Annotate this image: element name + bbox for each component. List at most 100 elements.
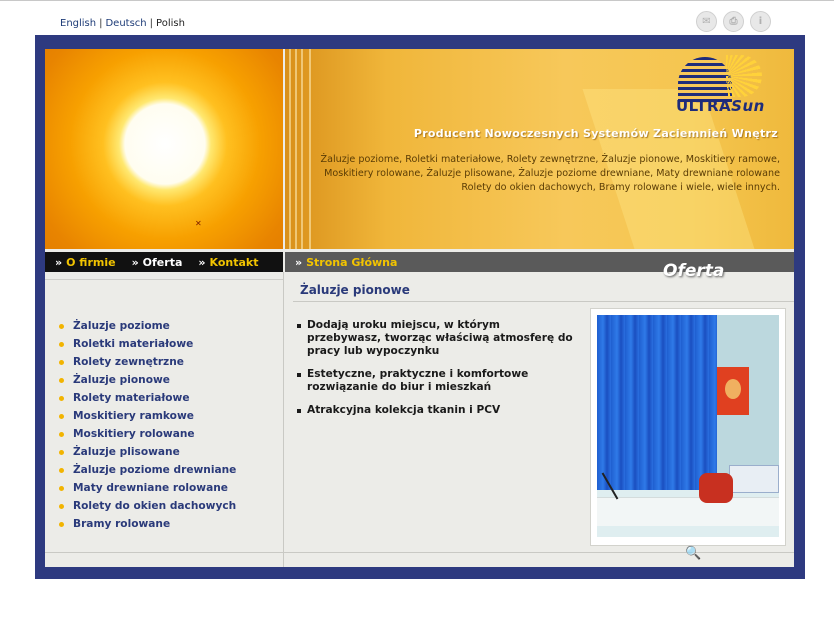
page-frame: ✕ ULTRASun Producent Nowoczesnych System… xyxy=(35,35,805,579)
bullet-dot-icon xyxy=(59,503,64,509)
banner-stripe xyxy=(309,49,311,249)
product-summary-line: Moskitiery rolowane, Żaluzje plisowane, … xyxy=(324,168,780,179)
nav-oferta[interactable]: » Oferta xyxy=(132,256,183,269)
product-menu-item[interactable]: Rolety materiałowe xyxy=(59,389,236,407)
nav-o-firmie[interactable]: » O firmie xyxy=(55,256,116,269)
product-photo-frame xyxy=(590,308,786,546)
logo-sun-rays xyxy=(726,55,762,97)
lang-english-link[interactable]: English xyxy=(60,18,96,29)
feature-text: Atrakcyjna kolekcja tkanin i PCV xyxy=(307,404,501,416)
product-menu-item[interactable]: Żaluzje pionowe xyxy=(59,371,236,389)
info-icon[interactable]: i xyxy=(750,11,771,32)
product-menu-item[interactable]: Bramy rolowane xyxy=(59,515,236,533)
lang-separator: | xyxy=(149,18,154,29)
product-menu-item[interactable]: Żaluzje poziome drewniane xyxy=(59,461,236,479)
logo-text-accent: Sun xyxy=(731,97,765,115)
mail-icon[interactable]: ✉ xyxy=(696,11,717,32)
painting-face xyxy=(725,379,741,399)
product-menu-label: Żaluzje poziome drewniane xyxy=(73,464,237,476)
product-menu-label: Rolety materiałowe xyxy=(73,392,190,404)
main-nav: » O firmie » Oferta » Kontakt xyxy=(45,252,283,272)
bullet-dot-icon xyxy=(59,377,64,383)
product-menu-label: Rolety do okien dachowych xyxy=(73,500,237,512)
nav-arrow: » xyxy=(295,255,303,269)
magnifier-icon[interactable]: 🔍 xyxy=(685,546,701,561)
bullet-dot-icon xyxy=(59,395,64,401)
logo-text-main: ULTRA xyxy=(676,97,732,115)
banner-stripe xyxy=(289,49,291,249)
product-menu-label: Roletki materiałowe xyxy=(73,338,194,350)
banner-stripe xyxy=(295,49,297,249)
bullet-dot-icon xyxy=(59,431,64,437)
column-divider xyxy=(283,272,284,567)
bullet-dot-icon xyxy=(59,413,64,419)
bullet-dot-icon xyxy=(59,341,64,347)
square-bullet-icon xyxy=(297,373,301,377)
product-menu-item[interactable]: Rolety do okien dachowych xyxy=(59,497,236,515)
top-border xyxy=(0,0,834,1)
product-menu-item[interactable]: Moskitiery rolowane xyxy=(59,425,236,443)
lang-deutsch-link[interactable]: Deutsch xyxy=(105,18,146,29)
page-content: ✕ ULTRASun Producent Nowoczesnych System… xyxy=(45,49,794,567)
page-title: Żaluzje pionowe xyxy=(300,283,410,297)
feature-list: Dodają uroku miejscu, w którym przebywas… xyxy=(297,319,577,427)
product-menu-item[interactable]: Żaluzje plisowane xyxy=(59,443,236,461)
language-switcher: English | Deutsch | Polish xyxy=(60,18,185,29)
vertical-blinds xyxy=(597,315,717,490)
nav-label: Oferta xyxy=(142,255,183,269)
product-photo[interactable] xyxy=(597,315,779,537)
feature-item: Atrakcyjna kolekcja tkanin i PCV xyxy=(297,404,577,417)
product-summary-line: Rolety do okien dachowych, Bramy rolowan… xyxy=(461,182,780,193)
print-icon[interactable]: ⎙ xyxy=(723,11,744,32)
product-menu-item[interactable]: Roletki materiałowe xyxy=(59,335,236,353)
product-menu-label: Bramy rolowane xyxy=(73,518,171,530)
binder-shelf xyxy=(729,465,779,493)
lang-separator: | xyxy=(99,18,103,29)
product-summary-line: Żaluzje poziome, Roletki materiałowe, Ro… xyxy=(320,154,780,165)
section-badge: Oferta xyxy=(663,261,725,281)
nav-label: Kontakt xyxy=(209,255,259,269)
nav-label: O firmie xyxy=(66,255,116,269)
ultrasun-logo[interactable]: ULTRASun xyxy=(676,55,772,119)
product-menu-label: Żaluzje poziome xyxy=(73,320,170,332)
title-underline xyxy=(293,301,794,302)
feature-text: Estetyczne, praktyczne i komfortowe rozw… xyxy=(307,368,529,393)
bullet-dot-icon xyxy=(59,467,64,473)
bullet-dot-icon xyxy=(59,359,64,365)
office-chair xyxy=(699,473,733,503)
product-menu-label: Rolety zewnętrzne xyxy=(73,356,184,368)
logo-text: ULTRASun xyxy=(676,97,765,115)
product-menu: Żaluzje poziome Roletki materiałowe Role… xyxy=(59,317,236,533)
top-icons: ✉ ⎙ i xyxy=(696,11,771,32)
nav-strona-glowna[interactable]: » Strona Główna xyxy=(295,256,397,269)
wall-painting xyxy=(717,367,749,415)
product-summary: Żaluzje poziome, Roletki materiałowe, Ro… xyxy=(320,153,780,195)
nav-kontakt[interactable]: » Kontakt xyxy=(198,256,258,269)
bullet-dot-icon xyxy=(59,449,64,455)
footer-line xyxy=(45,552,794,553)
bullet-dot-icon xyxy=(59,485,64,491)
feature-item: Estetyczne, praktyczne i komfortowe rozw… xyxy=(297,368,577,394)
sidebar-top-line xyxy=(45,279,283,280)
nav-label: Strona Główna xyxy=(306,255,398,269)
product-menu-label: Maty drewniane rolowane xyxy=(73,482,228,494)
sun-photo: ✕ xyxy=(45,49,283,249)
product-menu-item[interactable]: Moskitiery ramkowe xyxy=(59,407,236,425)
bullet-dot-icon xyxy=(59,323,64,329)
product-menu-label: Żaluzje pionowe xyxy=(73,374,170,386)
square-bullet-icon xyxy=(297,324,301,328)
nav-arrow: » xyxy=(131,255,139,269)
office-desk xyxy=(597,497,779,526)
product-menu-item[interactable]: Żaluzje poziome xyxy=(59,317,236,335)
bullet-dot-icon xyxy=(59,521,64,527)
lang-polish-current[interactable]: Polish xyxy=(156,18,185,29)
feature-item: Dodają uroku miejscu, w którym przebywas… xyxy=(297,319,577,358)
product-menu-item[interactable]: Maty drewniane rolowane xyxy=(59,479,236,497)
product-menu-label: Moskitiery ramkowe xyxy=(73,410,194,422)
bird-silhouette: ✕ xyxy=(195,219,202,228)
product-menu-label: Żaluzje plisowane xyxy=(73,446,180,458)
square-bullet-icon xyxy=(297,409,301,413)
header-banner: ULTRASun Producent Nowoczesnych Systemów… xyxy=(285,49,794,249)
product-menu-item[interactable]: Rolety zewnętrzne xyxy=(59,353,236,371)
company-tagline: Producent Nowoczesnych Systemów Zaciemni… xyxy=(413,127,778,140)
